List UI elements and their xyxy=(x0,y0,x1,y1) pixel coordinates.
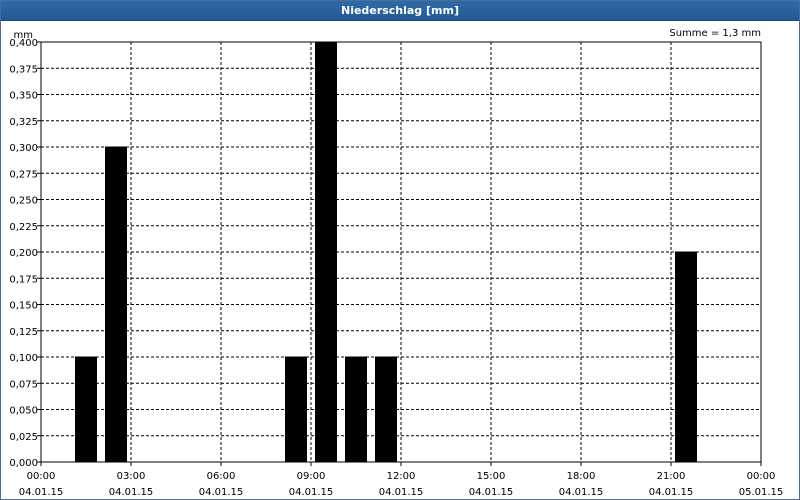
bar xyxy=(345,356,367,463)
y-tick-label: 0,100 xyxy=(9,353,38,364)
x-tick-time: 18:00 xyxy=(567,471,596,482)
x-tick-date: 04.01.15 xyxy=(19,487,64,498)
x-tick-time: 03:00 xyxy=(117,471,146,482)
x-tick-time: 12:00 xyxy=(387,471,416,482)
y-tick-label: 0,325 xyxy=(9,117,38,128)
x-tick-date: 04.01.15 xyxy=(379,487,424,498)
y-tick-label: 0,375 xyxy=(9,64,38,75)
y-tick-label: 0,350 xyxy=(9,91,38,102)
bar xyxy=(375,356,397,463)
y-tick-label: 0,175 xyxy=(9,274,38,285)
x-tick-time: 21:00 xyxy=(657,471,686,482)
x-tick-time: 09:00 xyxy=(297,471,326,482)
y-tick-label: 0,200 xyxy=(9,248,38,259)
y-tick-label: 0,300 xyxy=(9,143,38,154)
y-tick-label: 0,250 xyxy=(9,196,38,207)
x-tick-date: 04.01.15 xyxy=(649,487,694,498)
chart-title: Niederschlag [mm] xyxy=(1,1,799,21)
y-tick-label: 0,025 xyxy=(9,432,38,443)
x-tick-time: 00:00 xyxy=(27,471,56,482)
y-axis-unit-label: mm xyxy=(14,30,33,41)
y-tick-label: 0,275 xyxy=(9,169,38,180)
y-tick-label: 0,225 xyxy=(9,222,38,233)
summary-label: Summe = 1,3 mm xyxy=(669,28,761,39)
x-tick-date: 04.01.15 xyxy=(559,487,604,498)
y-tick-label: 0,075 xyxy=(9,379,38,390)
x-tick-date: 04.01.15 xyxy=(199,487,244,498)
bar xyxy=(675,251,697,463)
y-tick-label: 0,050 xyxy=(9,406,38,417)
chart-window: Niederschlag [mm] 0,000 0,025 0,050 0,075 0,… xyxy=(0,0,800,500)
bar xyxy=(105,146,127,463)
x-tick-date: 04.01.15 xyxy=(469,487,514,498)
y-tick-label: 0,125 xyxy=(9,327,38,338)
x-tick-time: 00:00 xyxy=(747,471,776,482)
bar xyxy=(315,41,337,463)
chart-canvas: 0,000 0,025 0,050 0,075 0,100 0,125 0,150 0,175… xyxy=(9,28,784,498)
y-tick-label: 0,000 xyxy=(9,458,38,469)
x-tick-date: 04.01.15 xyxy=(109,487,154,498)
x-tick-time: 06:00 xyxy=(207,471,236,482)
x-tick-time: 15:00 xyxy=(477,471,506,482)
bar xyxy=(75,356,97,463)
x-tick-date: 05.01.15 xyxy=(739,487,784,498)
bar xyxy=(285,356,307,463)
y-tick-label: 0,150 xyxy=(9,301,38,312)
x-tick-date: 04.01.15 xyxy=(289,487,334,498)
